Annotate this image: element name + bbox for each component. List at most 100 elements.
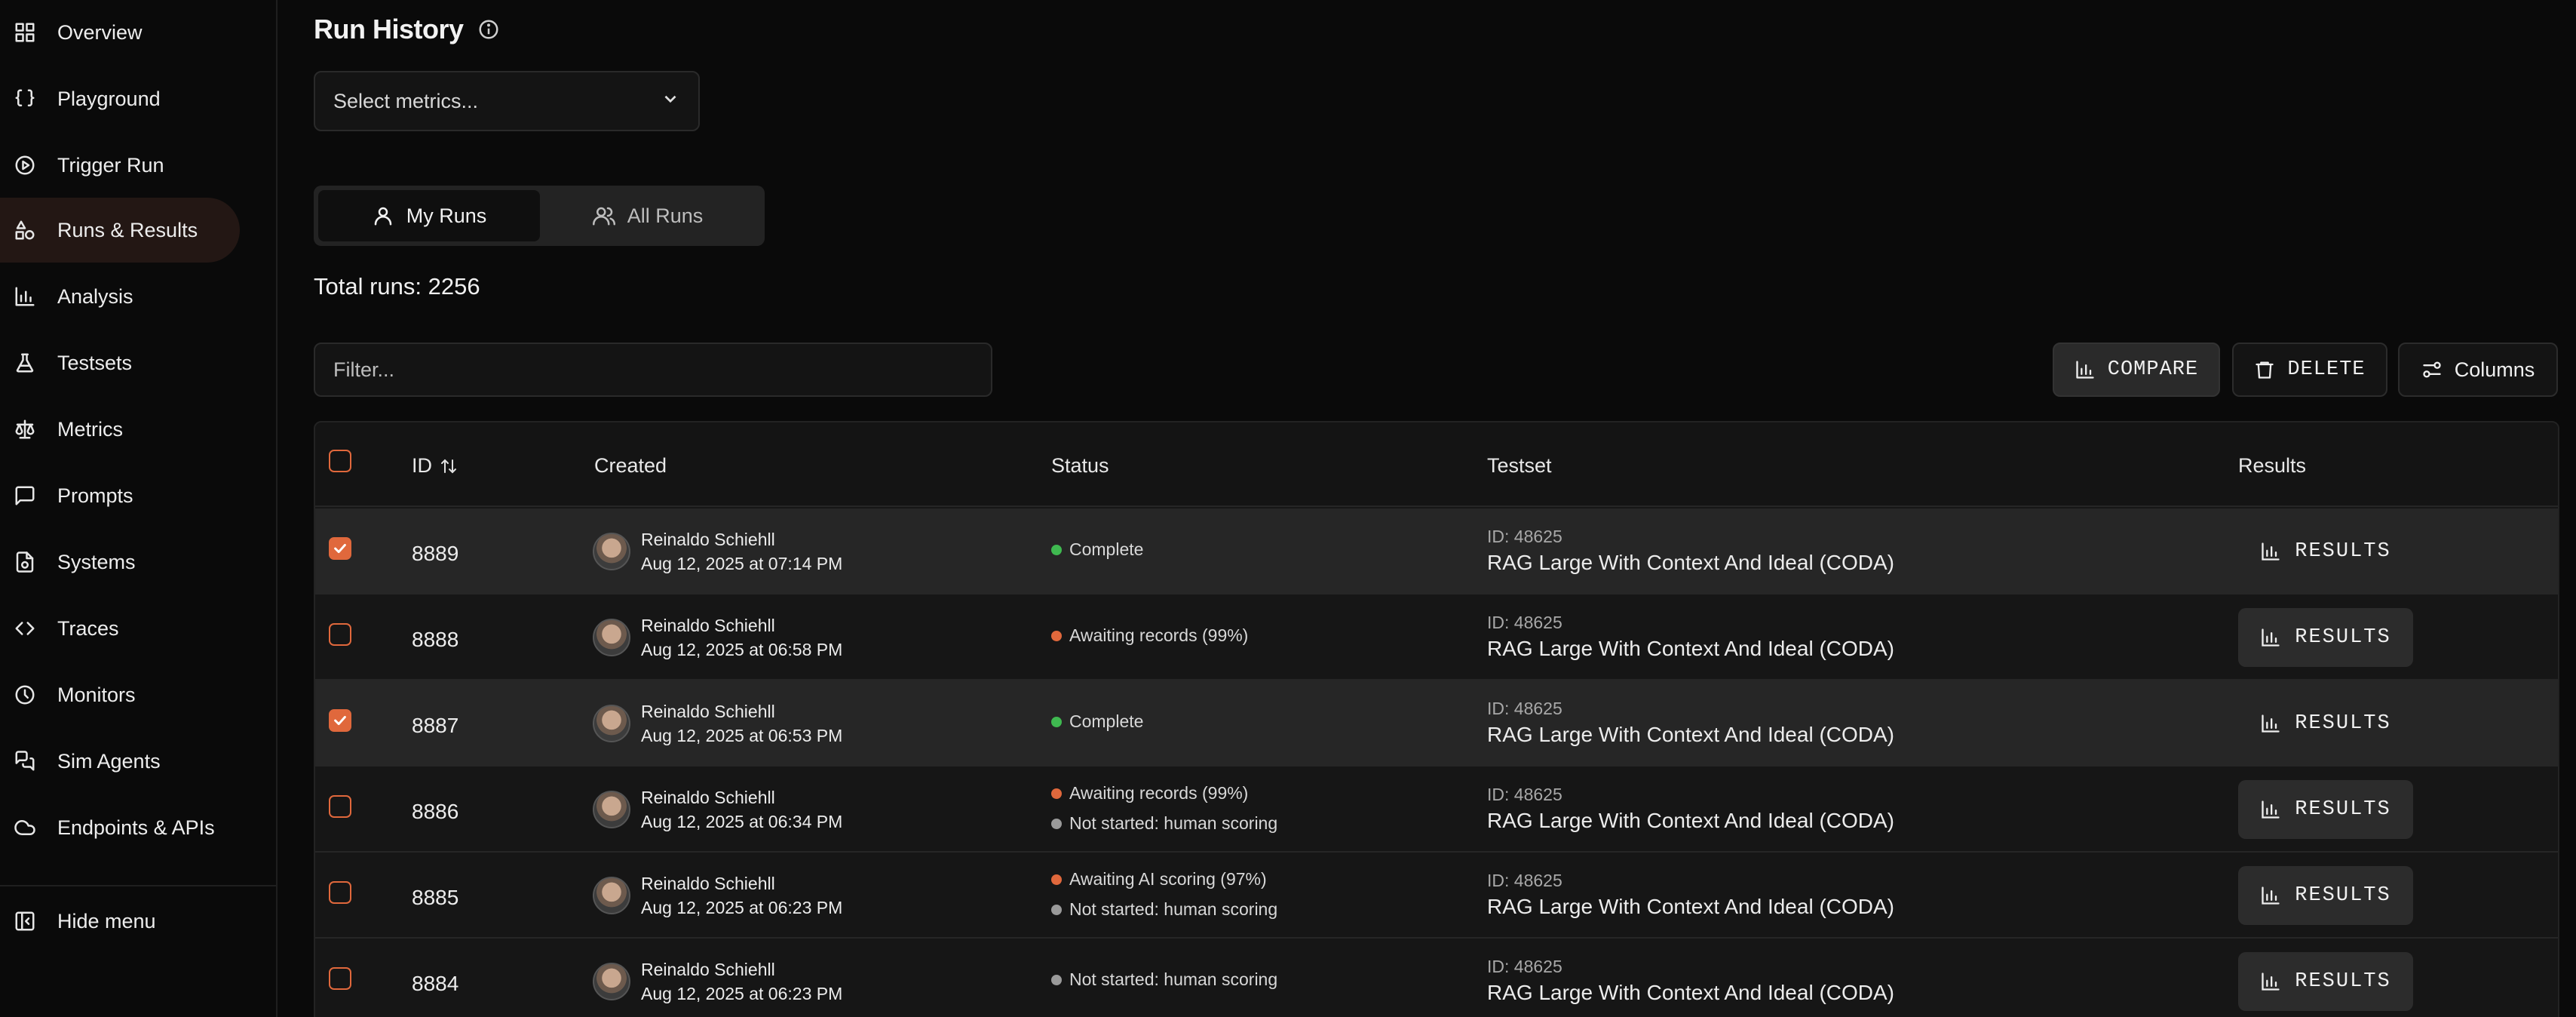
run-creator: Reinaldo Schiehll [641,788,775,807]
run-id[interactable]: 8885 [412,886,458,910]
column-header-id[interactable]: ID [412,454,458,478]
page-title-text: Run History [314,14,464,45]
compare-button[interactable]: COMPARE [2053,343,2220,397]
run-creator: Reinaldo Schiehll [641,530,775,549]
status-dot [1051,630,1062,641]
table-row[interactable]: 8885 Reinaldo Schiehll Aug 12, 2025 at 0… [315,853,2558,939]
column-header-testset: Testset [1487,454,1552,477]
testset-id: ID: 48625 [1487,613,1562,632]
run-creator: Reinaldo Schiehll [641,616,775,635]
run-created-date: Aug 12, 2025 at 07:14 PM [641,554,843,573]
runs-scope-toggle: My Runs All Runs [314,186,765,246]
bar-chart-icon [2262,714,2280,733]
status-text: Complete [1069,711,1144,731]
sidebar-item-label: Prompts [57,484,133,507]
sidebar-item-traces[interactable]: Traces [0,596,240,661]
delete-button[interactable]: DELETE [2232,343,2387,397]
avatar [593,963,630,1000]
sidebar-item-metrics[interactable]: Metrics [0,397,240,462]
run-created-date: Aug 12, 2025 at 06:58 PM [641,640,843,659]
testset-name[interactable]: RAG Large With Context And Ideal (CODA) [1487,723,1894,747]
results-button[interactable]: RESULTS [2238,866,2413,925]
results-button[interactable]: RESULTS [2238,694,2413,753]
row-checkbox[interactable] [329,967,351,990]
run-created-date: Aug 12, 2025 at 06:53 PM [641,726,843,745]
table-row[interactable]: 8887 Reinaldo Schiehll Aug 12, 2025 at 0… [315,681,2558,767]
sidebar-item-testsets[interactable]: Testsets [0,330,240,395]
testset-id: ID: 48625 [1487,527,1562,546]
row-checkbox[interactable] [329,623,351,646]
bar-chart-icon [2262,542,2280,561]
sidebar-item-label: Traces [57,616,119,640]
sidebar-item-analysis[interactable]: Analysis [0,264,240,329]
grid-icon [14,21,36,44]
row-checkbox[interactable] [329,881,351,904]
testset-id: ID: 48625 [1487,699,1562,718]
testset-id: ID: 48625 [1487,871,1562,890]
sidebar-item-monitors[interactable]: Monitors [0,662,240,727]
all-runs-label: All Runs [627,204,704,227]
results-button[interactable]: RESULTS [2238,952,2413,1011]
sidebar-item-playground[interactable]: Playground [0,66,240,131]
table-row[interactable]: 8884 Reinaldo Schiehll Aug 12, 2025 at 0… [315,939,2558,1017]
user-icon [374,207,391,226]
run-created-date: Aug 12, 2025 at 06:23 PM [641,984,843,1003]
sliders-icon [2423,361,2441,378]
metrics-select[interactable]: Select metrics... [314,71,700,131]
row-checkbox[interactable] [329,537,351,560]
column-header-results: Results [2238,454,2307,477]
testset-name[interactable]: RAG Large With Context And Ideal (CODA) [1487,637,1894,661]
table-row[interactable]: 8889 Reinaldo Schiehll Aug 12, 2025 at 0… [315,508,2558,595]
status-text: Complete [1069,539,1144,559]
status-badge: Awaiting AI scoring (97%) [1051,869,1267,889]
testset-name[interactable]: RAG Large With Context And Ideal (CODA) [1487,551,1894,575]
all-runs-tab[interactable]: All Runs [540,190,756,241]
columns-label: Columns [2454,358,2535,381]
status-badge: Complete [1051,539,1143,560]
sidebar-item-label: Trigger Run [57,153,164,177]
run-id[interactable]: 8888 [412,628,458,652]
sidebar-item-endpoints-apis[interactable]: Endpoints & APIs [0,795,240,860]
sidebar-item-systems[interactable]: Systems [0,530,240,595]
testset-name[interactable]: RAG Large With Context And Ideal (CODA) [1487,809,1894,833]
my-runs-tab[interactable]: My Runs [318,190,540,241]
status-dot [1051,788,1062,799]
results-button[interactable]: RESULTS [2238,608,2413,667]
sidebar-item-label: Overview [57,20,143,44]
table-row[interactable]: 8886 Reinaldo Schiehll Aug 12, 2025 at 0… [315,767,2558,853]
filter-input[interactable] [314,343,992,397]
run-id[interactable]: 8889 [412,542,458,566]
table-header: ID Created Status Testset Results [315,422,2558,507]
results-button[interactable]: RESULTS [2238,522,2413,581]
status-text: Awaiting records (99%) [1069,625,1249,645]
row-checkbox[interactable] [329,709,351,732]
row-checkbox[interactable] [329,795,351,818]
info-icon[interactable] [477,18,500,41]
sidebar-item-label: Analysis [57,284,133,308]
bar-chart-icon [2262,628,2280,647]
panel-collapse-icon [14,910,36,933]
hide-menu-button[interactable]: Hide menu [0,889,240,954]
select-all-checkbox[interactable] [329,450,351,472]
table-row[interactable]: 8888 Reinaldo Schiehll Aug 12, 2025 at 0… [315,595,2558,681]
sidebar-item-sim-agents[interactable]: Sim Agents [0,729,240,794]
columns-button[interactable]: Columns [2398,343,2558,397]
status-badge: Awaiting records (99%) [1051,625,1248,646]
sidebar-item-overview[interactable]: Overview [0,0,240,65]
results-label: RESULTS [2295,626,2391,649]
sidebar-item-prompts[interactable]: Prompts [0,463,240,528]
status-badge: Not started: human scoring [1051,813,1277,834]
sidebar-item-label: Endpoints & APIs [57,816,215,839]
sidebar-item-label: Systems [57,550,136,573]
results-button[interactable]: RESULTS [2238,780,2413,839]
testset-name[interactable]: RAG Large With Context And Ideal (CODA) [1487,981,1894,1005]
run-created-date: Aug 12, 2025 at 06:23 PM [641,898,843,917]
run-id[interactable]: 8886 [412,800,458,824]
trash-icon [2256,361,2274,379]
testset-name[interactable]: RAG Large With Context And Ideal (CODA) [1487,895,1894,919]
flask-icon [14,352,36,374]
run-id[interactable]: 8887 [412,714,458,738]
run-id[interactable]: 8884 [412,972,458,996]
sidebar-item-trigger-run[interactable]: Trigger Run [0,133,240,198]
sidebar-item-runs-results[interactable]: Runs & Results [0,198,240,263]
